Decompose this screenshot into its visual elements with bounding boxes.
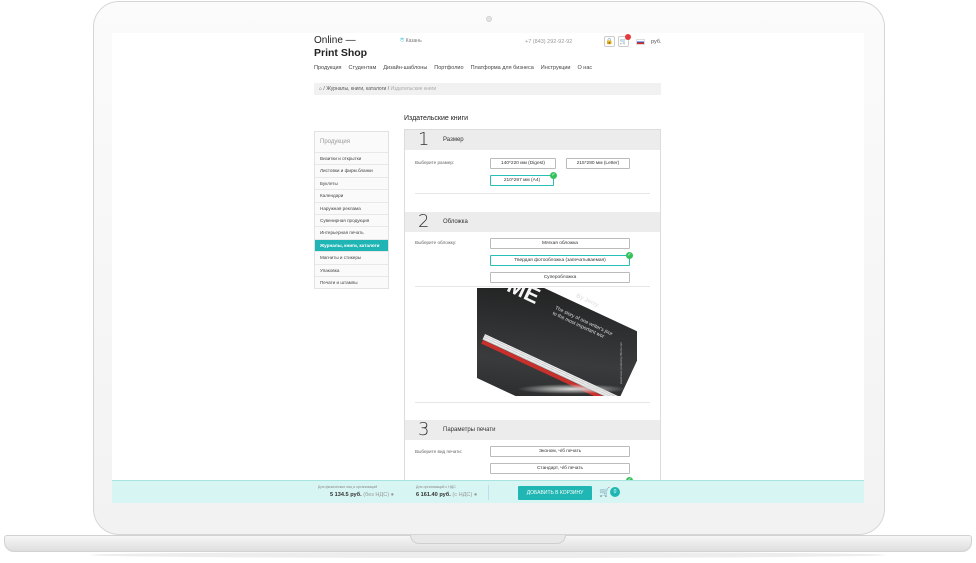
size-label: Выберите размер: — [415, 160, 455, 165]
sidebar-item-active[interactable]: Журналы, книги, каталоги — [315, 238, 388, 252]
bar-separator — [488, 485, 489, 500]
nav-item-portfolio[interactable]: Портфолио — [434, 65, 463, 71]
page-title: Издательские книги — [404, 115, 469, 122]
cover-option-hard-label: Твердая фотообложка (запечатываемая) — [514, 258, 606, 263]
location-pin-icon: ⌾ — [400, 37, 405, 44]
laptop-shadow — [90, 552, 886, 558]
cart-icon[interactable]: 🛒 — [599, 487, 610, 498]
size-option-a4[interactable]: 210*297 мм (A4) ✓ — [490, 172, 557, 186]
divider — [415, 286, 650, 287]
cart-count-badge[interactable]: 0 — [610, 487, 620, 497]
russia-flag-icon[interactable] — [636, 38, 645, 45]
main-nav: Продукция Студентам Дизайн-шаблоны Портф… — [314, 65, 592, 71]
cart-badge — [625, 34, 631, 40]
sidebar-item[interactable]: Сувенирная продукция — [315, 214, 388, 226]
price-org: 6 161.40 руб. (с НДС) ● — [416, 492, 477, 498]
nav-item-templates[interactable]: Дизайн-шаблоны — [383, 65, 427, 71]
divider — [415, 402, 650, 403]
sidebar-item[interactable]: Листовки и фирм.бланки — [315, 164, 388, 176]
configurator: 1 Размер Выберите размер: 140*220 мм (Di… — [404, 129, 661, 503]
price-individuals-value: 5 134.5 руб. — [330, 492, 362, 498]
section-title: Обложка — [443, 219, 468, 225]
divider — [415, 193, 650, 194]
price-individuals-label: Для физических лиц и организаций — [318, 485, 378, 489]
section-number: 3 — [418, 419, 430, 440]
checkout-bar: Для физических лиц и организаций 5 134.5… — [112, 480, 864, 503]
nav-item-about[interactable]: О нас — [578, 65, 593, 71]
size-option-a4-label: 210*297 мм (A4) — [503, 178, 541, 183]
lock-icon[interactable]: 🔒 — [604, 36, 615, 47]
price-individuals: 5 134.5 руб. (без НДС) ● — [330, 492, 394, 498]
sidebar-item[interactable]: Магниты и стикеры — [315, 251, 388, 263]
check-icon: ✓ — [626, 252, 633, 259]
print-option-economy[interactable]: Эконом, ч/б печать — [490, 446, 630, 457]
check-icon: ✓ — [550, 172, 557, 179]
cover-option-soft[interactable]: Мягкая обложка — [490, 238, 630, 249]
photo-caption: Hardcover printed by Blurb.com — [619, 342, 623, 385]
nav-item-instructions[interactable]: Инструкции — [541, 65, 571, 71]
phone-number[interactable]: +7 (843) 292-92-92 — [525, 39, 572, 45]
info-icon[interactable]: ● — [391, 492, 394, 498]
price-org-note: (с НДС) — [452, 492, 473, 498]
nav-item-products[interactable]: Продукция — [314, 65, 342, 71]
screen: Online — Print Shop ⌾ Казань +7 (843) 29… — [112, 33, 864, 503]
price-org-value: 6 161.40 руб. — [416, 492, 451, 498]
print-label: Выберите вид печати: — [415, 449, 463, 454]
breadcrumb: ⌂ / Журналы, книги, каталоги / Издательс… — [314, 83, 661, 95]
book-cover-photo: ME By Jerry The story of one writer's jo… — [477, 288, 637, 396]
cart-icon[interactable]: 🛒 — [618, 34, 631, 47]
info-icon[interactable]: ● — [474, 492, 477, 498]
cover-label: Выберите обложку: — [415, 240, 457, 245]
laptop-notch — [410, 535, 566, 544]
breadcrumb-item[interactable]: Журналы, книги, каталоги — [326, 86, 386, 92]
sidebar-item[interactable]: Упаковка — [315, 263, 388, 276]
price-org-label: Для организаций с НДС — [416, 485, 456, 489]
breadcrumb-current: Издательские книги — [390, 86, 437, 92]
camera-icon — [486, 16, 492, 22]
section-cover-header: 2 Обложка — [405, 212, 660, 232]
sidebar-title: Продукция — [320, 139, 351, 145]
section-number: 1 — [418, 129, 430, 150]
city-name: Казань — [405, 38, 422, 44]
section-print-header: 3 Параметры печати — [405, 420, 660, 440]
section-size-header: 1 Размер — [405, 130, 660, 150]
home-icon[interactable]: ⌂ — [319, 86, 322, 92]
section-title: Размер — [443, 137, 464, 143]
section-number: 2 — [418, 211, 430, 232]
size-option-digest[interactable]: 140*220 мм (Digest) — [490, 158, 556, 169]
add-to-cart-button[interactable]: ДОБАВИТЬ В КОРЗИНУ — [518, 486, 592, 500]
nav-item-students[interactable]: Студентам — [349, 65, 377, 71]
logo-line1: Online — — [314, 35, 356, 46]
sidebar-item[interactable]: Визитки и открытки — [315, 152, 388, 164]
city-selector[interactable]: ⌾ Казань — [400, 37, 422, 45]
sidebar-item[interactable]: Интерьерная печать — [315, 226, 388, 238]
cover-option-dust-jacket[interactable]: Суперобложка — [490, 272, 630, 283]
nav-item-business[interactable]: Платформа для бизнеса — [471, 65, 534, 71]
laptop-mockup: Online — Print Shop ⌾ Казань +7 (843) 29… — [0, 0, 976, 563]
price-individuals-note: (без НДС) — [363, 492, 390, 498]
sidebar: Продукция Визитки и открытки Листовки и … — [314, 131, 389, 290]
sidebar-item[interactable]: Календари — [315, 189, 388, 201]
cover-option-hard[interactable]: Твердая фотообложка (запечатываемая) ✓ — [490, 252, 633, 266]
logo[interactable]: Online — Print Shop — [314, 35, 367, 59]
size-option-letter[interactable]: 215*280 мм (Letter) — [566, 158, 630, 169]
print-option-standard[interactable]: Стандарт, ч/б печать — [490, 463, 630, 474]
currency-selector[interactable]: руб. — [651, 39, 662, 45]
header-icons: 🔒 🛒 руб. — [604, 34, 662, 47]
book-shadow — [517, 384, 627, 394]
sidebar-item[interactable]: Наружная реклама — [315, 201, 388, 214]
sidebar-item[interactable]: Буклеты — [315, 176, 388, 189]
section-title: Параметры печати — [443, 427, 496, 433]
logo-line2: Print Shop — [314, 47, 368, 59]
sidebar-item[interactable]: Печати и штампы — [315, 276, 388, 288]
